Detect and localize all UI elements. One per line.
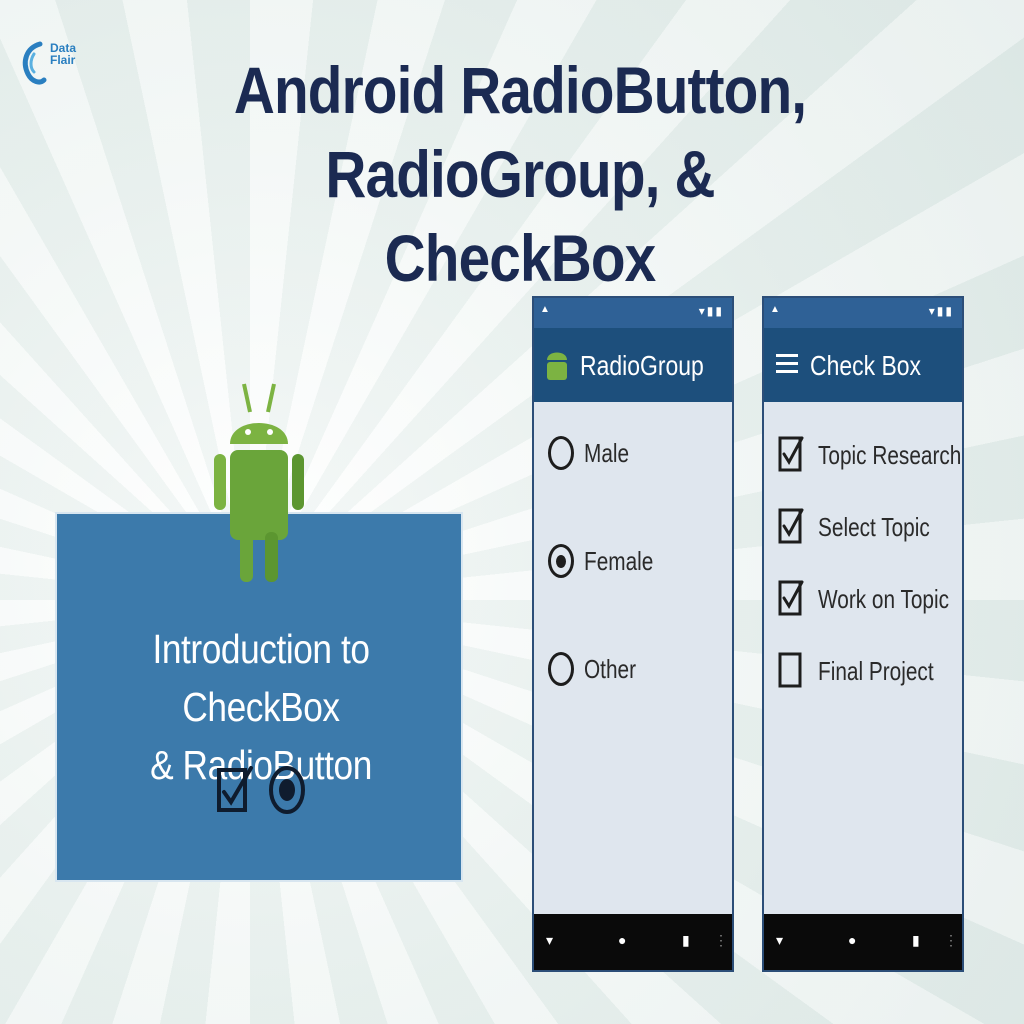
radio-option-female[interactable]: Female — [548, 542, 728, 582]
radio-label: Male — [584, 438, 630, 468]
app-bar-title: RadioGroup — [580, 350, 704, 381]
radio-circle[interactable] — [548, 544, 574, 578]
logo-text-line2: Flair — [50, 53, 76, 67]
page-headline: Android RadioButton, RadioGroup, & Check… — [202, 48, 838, 300]
checkbox-checked-icon[interactable] — [778, 578, 804, 618]
home-nav-icon[interactable]: ● — [848, 932, 856, 948]
checkbox-final-project[interactable]: Final Project — [778, 650, 964, 694]
checkbox-icon — [217, 766, 253, 812]
checkbox-label: Topic Research — [818, 440, 962, 470]
recents-nav-icon[interactable]: ▮ — [682, 932, 690, 949]
navigation-bar: ▾ ● ▮ ⋮ — [764, 914, 962, 970]
status-bar: ▲ ▾▮▮ — [534, 298, 732, 328]
checkbox-list: Topic Research Select Topic Work on Topi… — [764, 402, 962, 916]
back-nav-icon[interactable]: ▾ — [546, 932, 553, 949]
notification-icon: ▲ — [770, 304, 780, 315]
android-head-icon — [547, 352, 567, 380]
dataflair-logo: Data Flair — [20, 38, 100, 98]
checkbox-checked-icon[interactable] — [778, 434, 804, 474]
radio-selected-dot — [556, 555, 566, 568]
headline-line2: RadioGroup, & CheckBox — [325, 137, 715, 295]
checkbox-topic-research[interactable]: Topic Research — [778, 434, 964, 478]
recents-nav-icon[interactable]: ▮ — [912, 932, 920, 949]
headline-line1: Android RadioButton, — [233, 53, 807, 127]
checkbox-label: Final Project — [818, 656, 934, 686]
checkbox-unchecked-icon[interactable] — [778, 650, 804, 690]
radio-option-male[interactable]: Male — [548, 434, 728, 474]
status-bar: ▲ ▾▮▮ — [764, 298, 962, 328]
android-mascot-icon — [214, 383, 304, 582]
checkbox-select-topic[interactable]: Select Topic — [778, 506, 964, 550]
home-nav-icon[interactable]: ● — [618, 932, 626, 948]
radio-option-other[interactable]: Other — [548, 650, 728, 690]
checkbox-checked-icon[interactable] — [778, 506, 804, 546]
radio-circle[interactable] — [548, 436, 574, 470]
navigation-bar: ▾ ● ▮ ⋮ — [534, 914, 732, 970]
app-bar: RadioGroup — [534, 328, 732, 402]
radio-group: Male Female Other — [534, 402, 732, 916]
checkbox-label: Select Topic — [818, 512, 930, 542]
radio-group-phone: ▲ ▾▮▮ RadioGroup Male Female Other ▾ ● ▮… — [532, 296, 734, 972]
menu-nav-icon[interactable]: ⋮ — [944, 932, 958, 949]
radio-circle[interactable] — [548, 652, 574, 686]
notification-icon: ▲ — [540, 304, 550, 315]
radio-label: Other — [584, 654, 637, 684]
checkbox-label: Work on Topic — [818, 584, 950, 614]
status-icons: ▾▮▮ — [698, 304, 724, 318]
checkbox-phone: ▲ ▾▮▮ Check Box Topic Research Select To… — [762, 296, 964, 972]
logo-mark-icon — [22, 41, 47, 85]
app-bar: Check Box — [764, 328, 962, 402]
app-bar-title: Check Box — [810, 350, 922, 381]
status-icons: ▾▮▮ — [928, 304, 954, 318]
menu-nav-icon[interactable]: ⋮ — [714, 932, 728, 949]
intro-icons — [217, 766, 305, 814]
radio-button-icon — [269, 766, 305, 814]
intro-title-line1: Introduction to CheckBox — [152, 626, 370, 730]
back-nav-icon[interactable]: ▾ — [776, 932, 783, 949]
radio-label: Female — [584, 546, 654, 576]
checkbox-work-on-topic[interactable]: Work on Topic — [778, 578, 964, 622]
hamburger-menu-icon[interactable] — [774, 348, 802, 378]
